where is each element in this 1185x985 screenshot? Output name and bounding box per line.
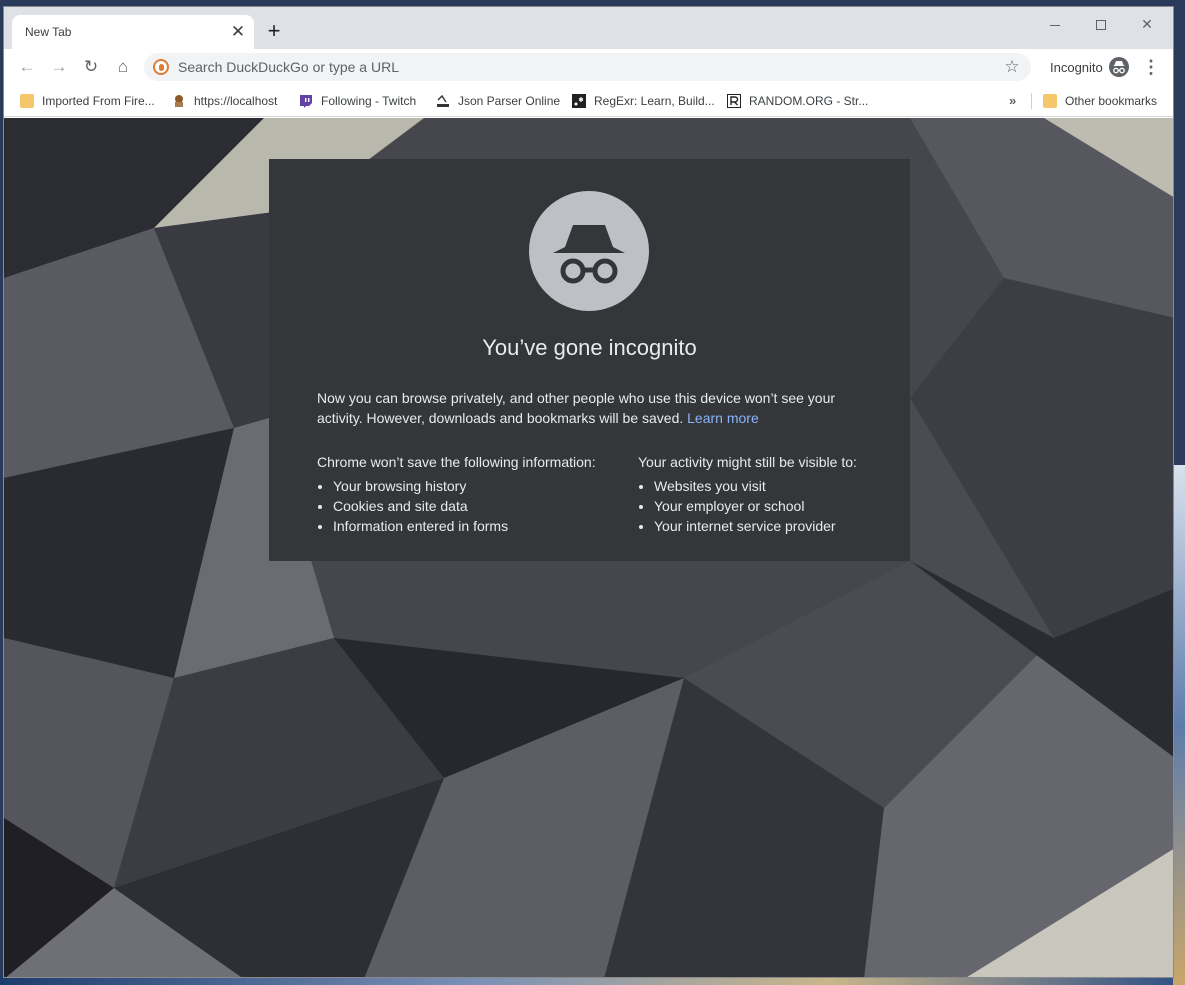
bookmark-label: Other bookmarks <box>1065 94 1158 108</box>
bookmark-label: RANDOM.ORG - Str... <box>749 94 869 108</box>
incognito-page: You’ve gone incognito Now you can browse… <box>4 118 1173 977</box>
not-saved-list: Your browsing history Cookies and site d… <box>317 476 617 536</box>
bookmark-json-parser[interactable]: Json Parser Online <box>436 92 560 110</box>
profile-label[interactable]: Incognito <box>1050 60 1103 75</box>
duckduckgo-icon <box>153 59 169 75</box>
incognito-card: You’ve gone incognito Now you can browse… <box>269 159 910 561</box>
desktop-background-edge <box>1173 465 1185 985</box>
twitch-icon <box>299 94 313 108</box>
bookmark-random-org[interactable]: RANDOM.ORG - Str... <box>727 92 868 110</box>
bookmark-other-folder[interactable]: Other bookmarks <box>1043 92 1157 110</box>
browser-window: New Tab ✕ + ✕ ← → ↻ ⌂ ☆ Incognito ⋮ <box>3 6 1174 978</box>
omnibox[interactable]: ☆ <box>144 53 1031 81</box>
minimize-icon <box>1050 24 1060 26</box>
tab-new-tab[interactable]: New Tab ✕ <box>12 15 254 49</box>
bookmark-label: Json Parser Online <box>458 94 561 108</box>
bookmark-twitch[interactable]: Following - Twitch <box>299 92 416 110</box>
window-maximize-button[interactable] <box>1079 11 1123 37</box>
incognito-intro: Now you can browse privately, and other … <box>317 388 862 428</box>
folder-icon <box>1043 94 1057 108</box>
bookmarks-bar: Imported From Fire... https://localhost … <box>4 85 1173 117</box>
list-item: Your internet service provider <box>654 516 938 536</box>
list-item: Your employer or school <box>654 496 938 516</box>
bookmark-label: https://localhost <box>194 94 278 108</box>
forward-icon[interactable]: → <box>46 54 72 80</box>
regexr-icon <box>572 94 586 108</box>
back-icon[interactable]: ← <box>14 54 40 80</box>
bookmark-label: Imported From Fire... <box>42 94 155 108</box>
list-item: Cookies and site data <box>333 496 617 516</box>
random-org-icon <box>727 94 741 108</box>
bookmark-localhost[interactable]: https://localhost <box>172 92 277 110</box>
bookmarks-divider <box>1031 93 1032 109</box>
still-visible-list: Websites you visit Your employer or scho… <box>638 476 938 536</box>
bookmark-label: RegExr: Learn, Build... <box>594 94 715 108</box>
json-icon <box>436 94 450 108</box>
incognito-avatar-icon[interactable] <box>1109 57 1129 77</box>
list-item: Your browsing history <box>333 476 617 496</box>
duck-icon <box>172 94 186 108</box>
incognito-hero-icon <box>529 191 649 311</box>
omnibox-input[interactable] <box>178 53 978 81</box>
list-item: Websites you visit <box>654 476 938 496</box>
reload-icon[interactable]: ↻ <box>78 54 104 80</box>
not-saved-section: Chrome won’t save the following informat… <box>317 452 617 536</box>
bookmark-star-icon[interactable]: ☆ <box>1001 56 1023 78</box>
still-visible-section: Your activity might still be visible to:… <box>638 452 938 536</box>
maximize-icon <box>1096 20 1106 31</box>
folder-icon <box>20 94 34 108</box>
not-saved-heading: Chrome won’t save the following informat… <box>317 454 596 470</box>
window-close-button[interactable]: ✕ <box>1125 11 1169 37</box>
tab-title: New Tab <box>25 25 72 39</box>
list-item: Information entered in forms <box>333 516 617 536</box>
bookmark-imported-folder[interactable]: Imported From Fire... <box>20 92 155 110</box>
window-minimize-button[interactable] <box>1033 11 1077 37</box>
bookmark-label: Following - Twitch <box>321 94 417 108</box>
toolbar: ← → ↻ ⌂ ☆ Incognito ⋮ <box>4 49 1173 85</box>
page-title: You’ve gone incognito <box>482 335 697 360</box>
home-icon[interactable]: ⌂ <box>110 54 136 80</box>
bookmark-regexr[interactable]: RegExr: Learn, Build... <box>572 92 715 110</box>
learn-more-link[interactable]: Learn more <box>687 410 759 426</box>
bookmarks-overflow-icon[interactable]: » <box>1009 92 1016 110</box>
tab-strip: New Tab ✕ + ✕ <box>4 7 1173 49</box>
menu-icon[interactable]: ⋮ <box>1141 55 1161 79</box>
tab-close-icon[interactable]: ✕ <box>228 22 248 42</box>
still-visible-heading: Your activity might still be visible to: <box>638 454 857 470</box>
new-tab-icon[interactable]: + <box>262 20 286 44</box>
